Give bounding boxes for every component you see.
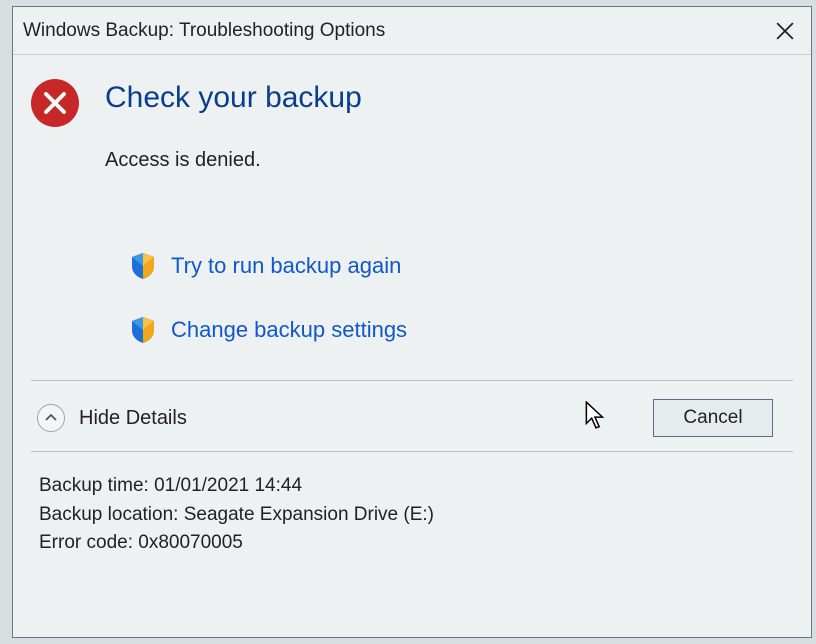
backup-location-row: Backup locationSeagate Expansion Drive (… — [39, 501, 785, 530]
actions-list: Try to run backup again Change backup se… — [131, 252, 793, 344]
dialog-window: Windows Backup: Troubleshooting Options … — [12, 6, 812, 638]
error-code-value: 0x80070005 — [138, 532, 243, 553]
backup-time-row: Backup time01/01/2021 14:44 — [39, 472, 785, 501]
close-icon — [776, 22, 794, 40]
error-code-label: Error code — [39, 532, 138, 553]
cancel-button[interactable]: Cancel — [653, 399, 773, 437]
titlebar: Windows Backup: Troubleshooting Options — [13, 7, 811, 55]
retry-backup-link[interactable]: Try to run backup again — [131, 252, 793, 280]
error-icon — [31, 79, 79, 127]
change-settings-label: Change backup settings — [171, 317, 407, 343]
backup-location-label: Backup location — [39, 504, 184, 525]
chevron-up-icon — [45, 412, 57, 424]
details-bar: Hide Details Cancel — [31, 391, 793, 445]
dialog-heading: Check your backup — [105, 81, 362, 114]
error-code-row: Error code0x80070005 — [39, 529, 785, 558]
shield-icon — [131, 316, 155, 344]
header-row: Check your backup — [31, 79, 793, 127]
backup-location-value: Seagate Expansion Drive (E:) — [184, 504, 434, 525]
shield-icon — [131, 252, 155, 280]
dialog-body: Check your backup Access is denied. Try … — [13, 55, 811, 558]
details-toggle-label: Hide Details — [79, 407, 653, 430]
change-settings-link[interactable]: Change backup settings — [131, 316, 793, 344]
backup-time-value: 01/01/2021 14:44 — [154, 475, 302, 496]
details-block: Backup time01/01/2021 14:44 Backup locat… — [31, 452, 793, 558]
window-title: Windows Backup: Troubleshooting Options — [23, 20, 765, 42]
cancel-label: Cancel — [683, 407, 742, 429]
backup-time-label: Backup time — [39, 475, 154, 496]
toggle-details-button[interactable] — [37, 404, 65, 432]
close-button[interactable] — [765, 11, 805, 51]
separator — [31, 380, 793, 381]
dialog-message: Access is denied. — [105, 149, 793, 172]
retry-backup-label: Try to run backup again — [171, 253, 401, 279]
